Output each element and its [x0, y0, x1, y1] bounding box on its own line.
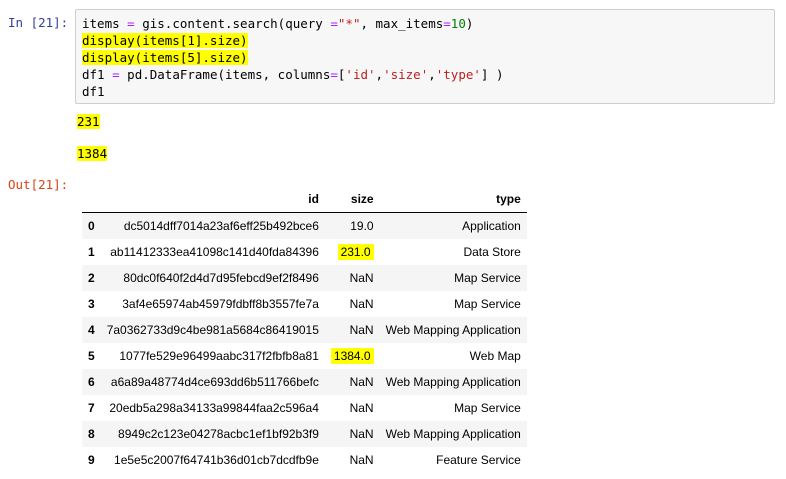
- table-row: 4 7a0362733d9c4be981a5684c86419015 NaN Web …: [82, 317, 527, 343]
- cell-size: 231.0: [325, 239, 380, 265]
- cell-type: Map Service: [454, 401, 521, 415]
- cell-size: NaN: [349, 323, 374, 337]
- highlight-mark: display(items[1].size): [82, 33, 248, 48]
- column-header-id: id: [100, 186, 325, 213]
- row-index: 3: [88, 297, 95, 311]
- cell-size: NaN: [349, 271, 374, 285]
- cell-size: 1384.0: [325, 343, 380, 369]
- cell-size: NaN: [349, 401, 374, 415]
- index-header: [82, 186, 101, 213]
- cell-id: a6a89a48774d4ce693dd6b511766befc: [110, 375, 319, 389]
- output-value-1: 231: [77, 114, 100, 129]
- row-index: 9: [88, 453, 95, 467]
- table-row: 5 1077fe529e96499aabc317f2fbfb8a81 1384.0 W…: [82, 343, 527, 369]
- cell-type: Web Mapping Application: [385, 375, 521, 389]
- cell-size: NaN: [349, 297, 374, 311]
- highlight-mark: 1384.0: [330, 348, 374, 364]
- row-index: 2: [88, 271, 95, 285]
- column-header-size: size: [324, 186, 380, 213]
- cell-id: 20edb5a298a34133a99844faa2c596a4: [109, 401, 319, 415]
- cell-id: 8949c2c123e04278acbc1ef1bf92b3f9: [118, 427, 319, 441]
- cell-id: 1e5e5c2007f64741b36d01cb7dcdfb9e: [114, 453, 319, 467]
- table-header-row: id size type: [82, 186, 527, 213]
- cell-size: NaN: [349, 375, 374, 389]
- table-row: 7 20edb5a298a34133a99844faa2c596a4 NaN Map …: [82, 395, 527, 421]
- dataframe-table: id size type 0 dc5014dff7014a23af6eff25b4…: [82, 186, 527, 473]
- table-row: 8 8949c2c123e04278acbc1ef1bf92b3f9 NaN Web …: [82, 421, 527, 447]
- table-row: 0 dc5014dff7014a23af6eff25b492bce6 19.0 App…: [82, 212, 527, 239]
- row-index: 1: [88, 245, 95, 259]
- cell-size: NaN: [349, 453, 374, 467]
- code-line-4: df1 = pd.DataFrame(items, columns=['id',…: [82, 67, 504, 82]
- cell-type: Map Service: [454, 297, 521, 311]
- cell-id: 7a0362733d9c4be981a5684c86419015: [106, 323, 319, 337]
- cell-type: Web Mapping Application: [385, 323, 521, 337]
- highlight-mark: 231.0: [337, 244, 374, 260]
- cell-id: 1077fe529e96499aabc317f2fbfb8a81: [119, 349, 319, 363]
- code-line-5: df1: [82, 84, 105, 99]
- cell-type: Web Map: [469, 349, 521, 363]
- column-header-type: type: [379, 186, 527, 213]
- cell-type: Web Mapping Application: [385, 427, 521, 441]
- code-cell-input[interactable]: items = gis.content.search(query ="*", m…: [75, 9, 775, 104]
- cell-type: Data Store: [463, 245, 521, 259]
- cell-type: Feature Service: [436, 453, 521, 467]
- row-index: 6: [88, 375, 95, 389]
- row-index: 7: [88, 401, 95, 415]
- output-prompt: Out[21]:: [8, 177, 69, 192]
- cell-id: 3af4e65974ab45979fdbff8b3557fe7a: [122, 297, 319, 311]
- input-prompt: In [21]:: [8, 15, 69, 30]
- cell-type: Map Service: [454, 271, 521, 285]
- row-index: 4: [88, 323, 95, 337]
- table-row: 3 3af4e65974ab45979fdbff8b3557fe7a NaN Map …: [82, 291, 527, 317]
- row-index: 8: [88, 427, 95, 441]
- cell-id: 80dc0f640f2d4d7d95febcd9ef2f8496: [123, 271, 319, 285]
- code-line-3: display(items[5].size): [82, 49, 774, 66]
- highlight-mark: display(items[5].size): [82, 50, 248, 65]
- output-value-2: 1384: [77, 146, 108, 161]
- row-index: 0: [88, 219, 95, 233]
- row-index: 5: [88, 349, 95, 363]
- code-line-1: items = gis.content.search(query ="*", m…: [82, 16, 474, 31]
- table-row: 6 a6a89a48774d4ce693dd6b511766befc NaN Web …: [82, 369, 527, 395]
- table-row: 1 ab11412333ea41098c141d40fda84396 231.0 Da…: [82, 239, 527, 265]
- cell-id: dc5014dff7014a23af6eff25b492bce6: [123, 219, 319, 233]
- cell-size: 19.0: [350, 219, 374, 233]
- cell-type: Application: [462, 219, 521, 233]
- cell-size: NaN: [349, 427, 374, 441]
- table-row: 2 80dc0f640f2d4d7d95febcd9ef2f8496 NaN Map …: [82, 265, 527, 291]
- table-row: 9 1e5e5c2007f64741b36d01cb7dcdfb9e NaN Feat…: [82, 447, 527, 473]
- code-line-2: display(items[1].size): [82, 32, 774, 49]
- cell-id: ab11412333ea41098c141d40fda84396: [110, 245, 319, 259]
